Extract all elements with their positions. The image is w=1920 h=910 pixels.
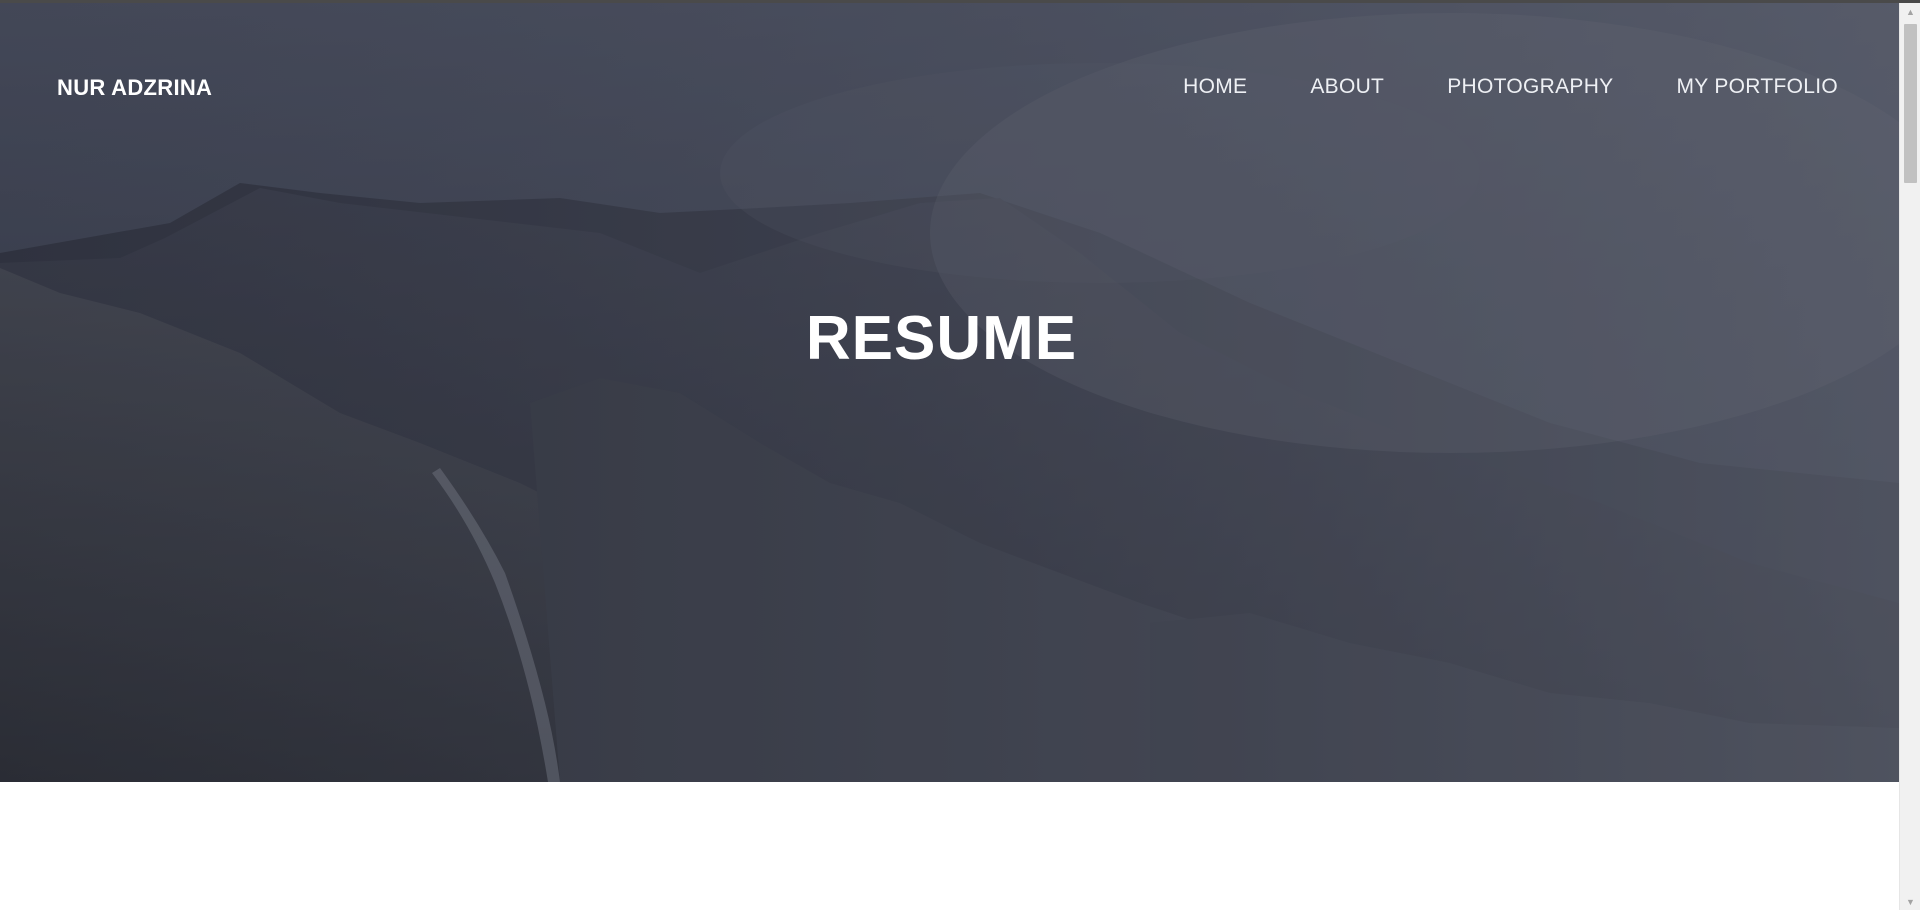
brand-logo[interactable]: NUR ADZRINA bbox=[57, 75, 212, 101]
chevron-up-icon[interactable]: ▲ bbox=[1900, 3, 1920, 20]
page-title: RESUME bbox=[805, 304, 1078, 373]
scrollbar-thumb[interactable] bbox=[1904, 24, 1917, 183]
chevron-down-icon[interactable]: ▼ bbox=[1900, 893, 1920, 910]
page-viewport: NUR ADZRINA HOME ABOUT PHOTOGRAPHY MY PO… bbox=[0, 0, 1920, 910]
nav-item-about[interactable]: ABOUT bbox=[1310, 75, 1384, 99]
main-nav: HOME ABOUT PHOTOGRAPHY MY PORTFOLIO bbox=[1183, 75, 1838, 99]
nav-item-home[interactable]: HOME bbox=[1183, 75, 1247, 99]
nav-item-photography[interactable]: PHOTOGRAPHY bbox=[1447, 75, 1613, 99]
hero-section: NUR ADZRINA HOME ABOUT PHOTOGRAPHY MY PO… bbox=[0, 3, 1899, 782]
hero-overlay bbox=[0, 3, 1899, 782]
vertical-scrollbar[interactable]: ▲ ▼ bbox=[1899, 3, 1920, 910]
nav-item-my-portfolio[interactable]: MY PORTFOLIO bbox=[1676, 75, 1838, 99]
